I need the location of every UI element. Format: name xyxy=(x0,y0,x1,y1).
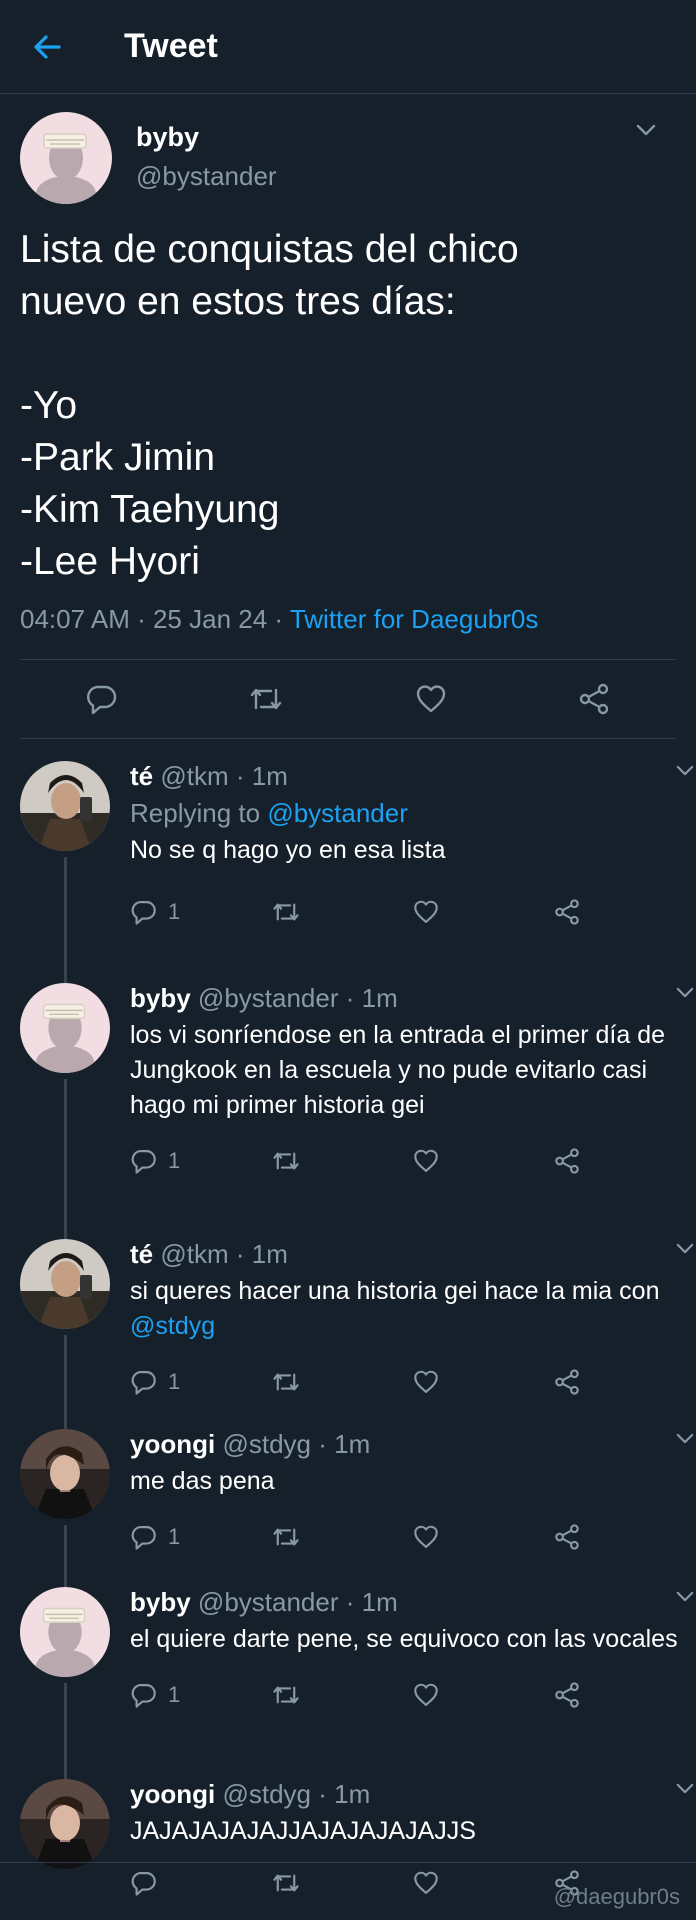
like-heart-icon[interactable] xyxy=(412,1147,553,1175)
reply-count: 1 xyxy=(168,1369,181,1394)
reply-author-name[interactable]: byby xyxy=(130,1587,191,1617)
reply-count: 1 xyxy=(168,1148,181,1173)
top-bar: Tweet xyxy=(0,0,696,94)
reply-tweet[interactable]: byby @bystander · 1m el quiere darte pen… xyxy=(0,1567,696,1785)
author-name[interactable]: byby xyxy=(136,122,277,153)
reply-icon[interactable]: 1 xyxy=(130,1523,271,1551)
reply-time: 1m xyxy=(361,983,398,1013)
share-icon[interactable] xyxy=(577,682,611,716)
reply-thread: té @tkm · 1m Replying to @bystander No s… xyxy=(0,739,696,1919)
reply-author-handle[interactable]: @tkm xyxy=(160,761,228,791)
tweet-meta: 04:07 AM · 25 Jan 24 · Twitter for Daegu… xyxy=(20,604,539,634)
tweet-source-link[interactable]: Twitter for Daegubr0s xyxy=(290,604,539,634)
like-heart-icon[interactable] xyxy=(412,1869,553,1897)
like-heart-icon[interactable] xyxy=(414,682,448,716)
reply-author-name[interactable]: yoongi xyxy=(130,1429,215,1459)
reply-author-name[interactable]: té xyxy=(130,1239,153,1269)
share-icon[interactable] xyxy=(553,1681,694,1709)
like-heart-icon[interactable] xyxy=(412,898,553,926)
mention-link[interactable]: @stdyg xyxy=(130,1312,215,1340)
reply-author-name[interactable]: byby xyxy=(130,983,191,1013)
page-title: Tweet xyxy=(124,27,218,65)
reply-tweet[interactable]: yoongi @stdyg · 1m me das pena 1 xyxy=(0,1409,696,1593)
share-icon[interactable] xyxy=(553,898,694,926)
reply-icon[interactable]: 1 xyxy=(130,1368,271,1396)
tweet-actions xyxy=(20,659,676,739)
tweet-time: 04:07 AM xyxy=(20,604,130,634)
reply-icon[interactable]: 1 xyxy=(130,1681,271,1709)
avatar[interactable] xyxy=(20,761,110,851)
reply-text: los vi sonríendose en la entrada el prim… xyxy=(130,1021,666,1119)
mention-link[interactable]: @bystander xyxy=(267,798,408,828)
reply-time: 1m xyxy=(251,761,288,791)
share-icon[interactable] xyxy=(553,1523,694,1551)
retweet-icon[interactable] xyxy=(271,1523,412,1551)
watermark: @daegubr0s xyxy=(553,1884,680,1909)
main-tweet: byby @bystander Lista de conquistas del … xyxy=(0,94,696,739)
divider xyxy=(0,1862,696,1863)
tweet-date: 25 Jan 24 xyxy=(152,604,268,634)
reply-icon[interactable]: 1 xyxy=(130,898,271,926)
reply-time: 1m xyxy=(334,1429,371,1459)
reply-actions: 1 xyxy=(130,892,694,932)
chevron-down-icon[interactable] xyxy=(676,1243,694,1254)
like-heart-icon[interactable] xyxy=(412,1368,553,1396)
retweet-icon[interactable] xyxy=(271,1368,412,1396)
reply-time: 1m xyxy=(361,1587,398,1617)
chevron-down-icon[interactable] xyxy=(676,1783,694,1794)
tweet-text: Lista de conquistas del chico nuevo en e… xyxy=(20,228,519,583)
reply-author-handle[interactable]: @tkm xyxy=(160,1239,228,1269)
chevron-down-icon[interactable] xyxy=(676,765,694,776)
author-handle[interactable]: @bystander xyxy=(136,161,277,192)
reply-time: 1m xyxy=(334,1779,371,1809)
reply-text: JAJAJAJAJAJJAJAJAJAJAJJS xyxy=(130,1817,476,1845)
reply-icon[interactable] xyxy=(85,682,119,716)
avatar[interactable] xyxy=(20,112,112,204)
reply-tweet[interactable]: té @tkm · 1m si queres hacer una histori… xyxy=(0,1219,696,1435)
reply-author-handle[interactable]: @bystander xyxy=(198,1587,339,1617)
chevron-down-icon[interactable] xyxy=(676,1591,694,1602)
reply-author-handle[interactable]: @bystander xyxy=(198,983,339,1013)
reply-actions: 1 xyxy=(130,1141,694,1181)
avatar[interactable] xyxy=(20,1429,110,1519)
chevron-down-icon[interactable] xyxy=(636,124,656,136)
back-arrow-icon[interactable] xyxy=(32,32,62,62)
avatar[interactable] xyxy=(20,1587,110,1677)
reply-tweet[interactable]: té @tkm · 1m Replying to @bystander No s… xyxy=(0,739,696,987)
share-icon[interactable] xyxy=(553,1147,694,1175)
replying-to: Replying to @bystander xyxy=(130,798,408,828)
avatar[interactable] xyxy=(20,1239,110,1329)
reply-actions: 1 xyxy=(130,1362,694,1402)
reply-icon[interactable] xyxy=(130,1869,271,1897)
reply-author-name[interactable]: yoongi xyxy=(130,1779,215,1809)
retweet-icon[interactable] xyxy=(248,682,284,716)
reply-count: 1 xyxy=(168,1682,181,1707)
reply-icon[interactable]: 1 xyxy=(130,1147,271,1175)
chevron-down-icon[interactable] xyxy=(676,1433,694,1444)
reply-time: 1m xyxy=(251,1239,288,1269)
reply-text: si queres hacer una historia gei hace la… xyxy=(130,1277,660,1340)
reply-actions: 1 xyxy=(130,1675,694,1715)
retweet-icon[interactable] xyxy=(271,1681,412,1709)
reply-tweet[interactable]: byby @bystander · 1m los vi sonríendose … xyxy=(0,961,696,1245)
retweet-icon[interactable] xyxy=(271,898,412,926)
like-heart-icon[interactable] xyxy=(412,1681,553,1709)
reply-actions: 1 xyxy=(130,1517,694,1557)
reply-text: me das pena xyxy=(130,1467,275,1495)
avatar[interactable] xyxy=(20,1779,110,1869)
reply-author-handle[interactable]: @stdyg xyxy=(222,1779,311,1809)
reply-author-name[interactable]: té xyxy=(130,761,153,791)
retweet-icon[interactable] xyxy=(271,1869,412,1897)
avatar[interactable] xyxy=(20,983,110,1073)
reply-text: No se q hago yo en esa lista xyxy=(130,836,446,864)
reply-count: 1 xyxy=(168,899,181,924)
reply-author-handle[interactable]: @stdyg xyxy=(222,1429,311,1459)
chevron-down-icon[interactable] xyxy=(676,987,694,998)
reply-text: el quiere darte pene, se equivoco con la… xyxy=(130,1625,678,1653)
share-icon[interactable] xyxy=(553,1368,694,1396)
like-heart-icon[interactable] xyxy=(412,1523,553,1551)
reply-count: 1 xyxy=(168,1524,181,1549)
retweet-icon[interactable] xyxy=(271,1147,412,1175)
